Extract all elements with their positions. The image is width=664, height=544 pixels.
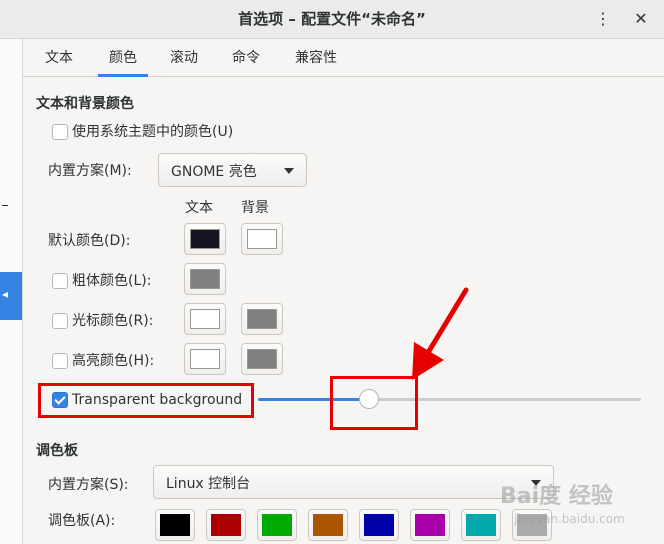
cursor-text-color-swatch (190, 309, 220, 329)
palette-scheme-label: 内置方案(S): (48, 477, 129, 493)
watermark-brand: Bai度 经验 (500, 484, 613, 509)
palette-scheme-value: Linux 控制台 (166, 476, 251, 492)
palette-color-button-3[interactable] (308, 509, 348, 541)
builtin-scheme-combo[interactable]: GNOME 亮色 (158, 153, 307, 187)
cursor-color-checkbox[interactable] (52, 313, 68, 329)
palette-color-swatch-4 (364, 514, 394, 536)
cursor-text-color-button[interactable] (184, 303, 226, 335)
close-icon[interactable]: ✕ (628, 6, 654, 32)
highlight-color-checkbox[interactable] (52, 353, 68, 369)
palette-color-button-2[interactable] (257, 509, 297, 541)
tab-command[interactable]: 命令 (223, 39, 269, 76)
watermark: Bai度 经验 jingyan.baidu.com (500, 478, 650, 538)
builtin-scheme-value: GNOME 亮色 (171, 164, 257, 180)
bold-color-label: 粗体颜色(L): (72, 273, 152, 289)
column-header-text: 文本 (185, 200, 213, 216)
transparency-slider[interactable] (258, 398, 641, 401)
bold-text-color-button[interactable] (184, 263, 226, 295)
highlight-text-color-button[interactable] (184, 343, 226, 375)
cursor-color-label: 光标颜色(R): (72, 313, 154, 329)
palette-color-button-0[interactable] (155, 509, 195, 541)
tab-compatibility[interactable]: 兼容性 (285, 39, 347, 76)
sidebar-selected-icon: ◂ (2, 287, 9, 301)
builtin-scheme-label: 内置方案(M): (48, 163, 132, 179)
palette-color-swatch-0 (160, 514, 190, 536)
palette-color-swatch-5 (415, 514, 445, 536)
highlight-color-label: 高亮颜色(H): (72, 353, 155, 369)
menu-icon[interactable]: ⋮ (590, 6, 616, 32)
window-title: 首选项 – 配置文件“未命名” (238, 10, 426, 28)
tab-text[interactable]: 文本 (36, 39, 82, 76)
annotation-arrow-icon (412, 287, 469, 380)
palette-label: 调色板(A): (48, 513, 116, 529)
tab-bar: 文本 颜色 滚动 命令 兼容性 (23, 39, 664, 77)
profile-sidebar: ◂ (0, 39, 23, 544)
highlight-bg-color-button[interactable] (241, 343, 283, 375)
palette-color-swatch-3 (313, 514, 343, 536)
palette-section-title: 调色板 (36, 443, 78, 459)
tab-colors[interactable]: 颜色 (98, 39, 148, 77)
default-bg-color-button[interactable] (241, 223, 283, 255)
palette-color-swatch-1 (211, 514, 241, 536)
default-text-color-swatch (190, 229, 220, 249)
watermark-url: jingyan.baidu.com (514, 512, 625, 526)
annotation-highlight-checkbox (38, 383, 254, 418)
palette-color-button-5[interactable] (410, 509, 450, 541)
use-system-theme-checkbox[interactable] (52, 124, 68, 140)
sidebar-selected-profile[interactable]: ◂ (0, 272, 22, 320)
palette-scheme-combo[interactable]: Linux 控制台 (153, 465, 554, 499)
highlight-text-color-swatch (190, 349, 220, 369)
text-bg-section-title: 文本和背景颜色 (36, 96, 134, 112)
cursor-bg-color-swatch (247, 309, 277, 329)
column-header-background: 背景 (241, 200, 269, 216)
palette-color-swatch-6 (466, 514, 496, 536)
highlight-bg-color-swatch (247, 349, 277, 369)
chevron-down-icon (284, 168, 294, 174)
cursor-bg-color-button[interactable] (241, 303, 283, 335)
default-text-color-button[interactable] (184, 223, 226, 255)
palette-color-button-1[interactable] (206, 509, 246, 541)
palette-color-button-4[interactable] (359, 509, 399, 541)
palette-color-swatch-2 (262, 514, 292, 536)
use-system-theme-label: 使用系统主题中的颜色(U) (72, 124, 234, 140)
bold-text-color-swatch (190, 269, 220, 289)
default-color-label: 默认颜色(D): (48, 233, 131, 249)
tab-scrolling[interactable]: 滚动 (161, 39, 207, 76)
palette-color-button-6[interactable] (461, 509, 501, 541)
title-bar: 首选项 – 配置文件“未命名” ⋮ ✕ (0, 0, 664, 39)
sidebar-separator (2, 205, 8, 206)
bold-color-checkbox[interactable] (52, 273, 68, 289)
default-bg-color-swatch (247, 229, 277, 249)
